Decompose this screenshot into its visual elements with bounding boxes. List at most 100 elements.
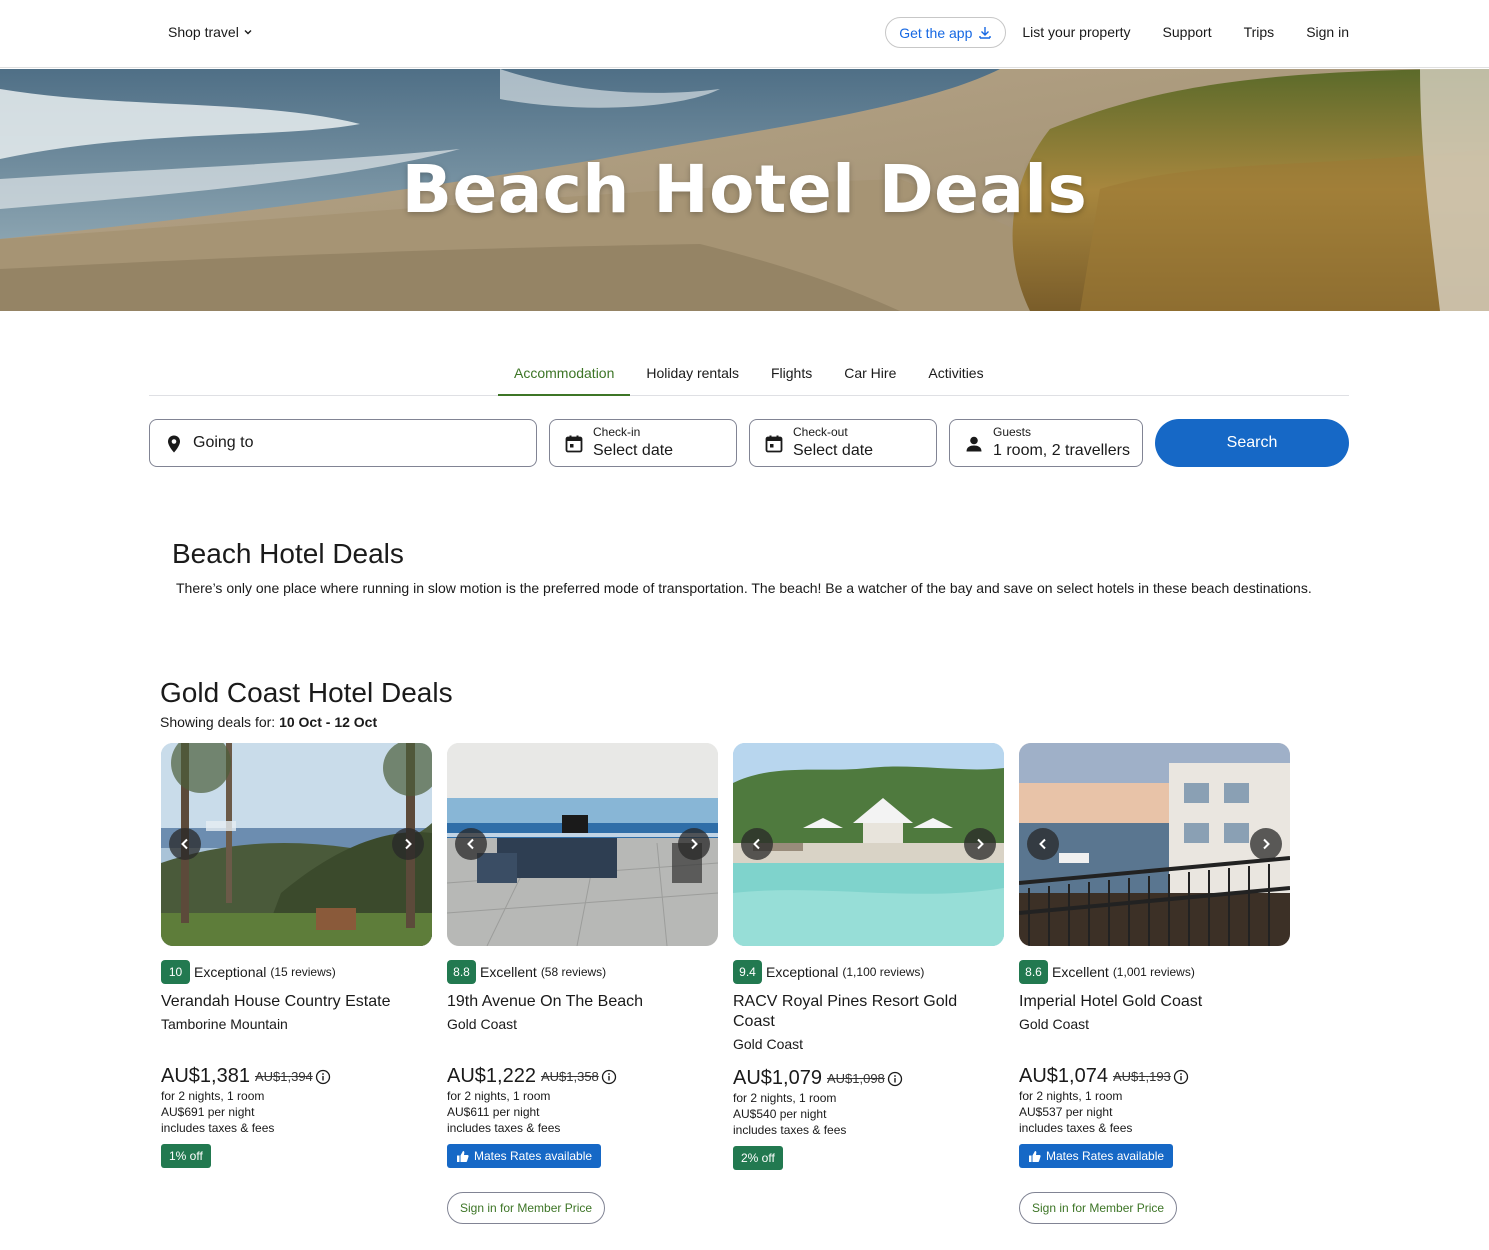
rating-label: Excellent xyxy=(1052,964,1109,980)
hotel-name[interactable]: 19th Avenue On The Beach xyxy=(447,992,718,1012)
hotel-image xyxy=(1019,743,1290,946)
hotel-name[interactable]: RACV Royal Pines Resort Gold Coast xyxy=(733,992,983,1032)
mates-rates-label: Mates Rates available xyxy=(474,1149,593,1163)
tab-accommodation[interactable]: Accommodation xyxy=(498,352,631,396)
hotel-location: Gold Coast xyxy=(447,1016,518,1032)
hotel-card[interactable]: 8.8 Excellent (58 reviews) 19th Avenue O… xyxy=(447,743,718,1224)
chevron-right-icon xyxy=(977,838,984,850)
checkin-field[interactable]: Check-in Select date xyxy=(549,419,737,467)
list-your-property-link[interactable]: List your property xyxy=(1022,17,1130,48)
hotel-name[interactable]: Verandah House Country Estate xyxy=(161,992,432,1012)
info-icon[interactable] xyxy=(1173,1069,1189,1085)
chevron-right-icon xyxy=(405,838,412,850)
info-icon[interactable] xyxy=(315,1069,331,1085)
mates-rates-badge: Mates Rates available xyxy=(447,1144,602,1168)
rating-row: 8.6 Excellent (1,001 reviews) xyxy=(1019,960,1290,984)
hero-title: Beach Hotel Deals xyxy=(401,151,1088,228)
rating-row: 8.8 Excellent (58 reviews) xyxy=(447,960,718,984)
review-count: (1,001 reviews) xyxy=(1112,965,1195,979)
calendar-icon xyxy=(765,435,783,453)
next-image-button[interactable] xyxy=(964,828,996,860)
current-price: AU$1,079 xyxy=(733,1067,822,1089)
previous-image-button[interactable] xyxy=(169,828,201,860)
checkout-field[interactable]: Check-out Select date xyxy=(749,419,937,467)
price-block: AU$1,222 AU$1,358 for 2 nights, 1 room A… xyxy=(447,1065,617,1224)
checkin-label: Check-in xyxy=(593,425,641,439)
hotel-card[interactable]: 10 Exceptional (15 reviews) Verandah Hou… xyxy=(161,743,432,1168)
current-price: AU$1,074 xyxy=(1019,1065,1108,1087)
chevron-right-icon xyxy=(691,838,698,850)
chevron-down-icon xyxy=(244,30,252,35)
original-price: AU$1,358 xyxy=(540,1069,599,1084)
price-block: AU$1,381 AU$1,394 for 2 nights, 1 room A… xyxy=(161,1065,331,1168)
per-night-price: AU$540 per night xyxy=(733,1107,827,1121)
person-icon xyxy=(966,436,982,452)
original-price: AU$1,098 xyxy=(826,1071,885,1086)
next-image-button[interactable] xyxy=(1250,828,1282,860)
hotel-image xyxy=(733,743,1004,946)
review-count: (15 reviews) xyxy=(270,965,336,979)
stay-length: for 2 nights, 1 room xyxy=(161,1089,265,1103)
hotel-card[interactable]: 8.6 Excellent (1,001 reviews) Imperial H… xyxy=(1019,743,1290,1224)
get-the-app-label: Get the app xyxy=(899,24,973,41)
taxes-note: includes taxes & fees xyxy=(161,1121,275,1135)
per-night-price: AU$611 per night xyxy=(447,1105,540,1119)
guests-value: 1 room, 2 travellers xyxy=(993,442,1130,459)
sign-in-member-price-button[interactable]: Sign in for Member Price xyxy=(1019,1192,1178,1224)
chevron-left-icon xyxy=(753,838,760,850)
taxes-note: includes taxes & fees xyxy=(733,1123,847,1137)
chevron-left-icon xyxy=(467,838,474,850)
next-image-button[interactable] xyxy=(678,828,710,860)
destination-field[interactable]: Going to xyxy=(149,419,537,467)
support-link[interactable]: Support xyxy=(1163,17,1212,48)
rating-score-badge: 8.6 xyxy=(1019,960,1048,984)
shop-travel-label: Shop travel xyxy=(168,24,239,40)
original-price: AU$1,193 xyxy=(1112,1069,1171,1084)
destination-placeholder: Going to xyxy=(193,434,254,451)
per-night-price: AU$691 per night xyxy=(161,1105,255,1119)
chevron-left-icon xyxy=(181,838,188,850)
hotel-image xyxy=(447,743,718,946)
next-image-button[interactable] xyxy=(392,828,424,860)
intro-text: There’s only one place where running in … xyxy=(176,580,1312,596)
guests-field[interactable]: Guests 1 room, 2 travellers xyxy=(949,419,1143,467)
showing-deals-prefix: Showing deals for: xyxy=(160,714,280,730)
site-header: Shop travel Get the app List your proper… xyxy=(0,0,1489,68)
checkout-value: Select date xyxy=(793,442,874,459)
rating-row: 9.4 Exceptional (1,100 reviews) xyxy=(733,960,1004,984)
search-button[interactable]: Search xyxy=(1155,419,1349,467)
hotel-location: Gold Coast xyxy=(733,1036,804,1052)
hotel-card[interactable]: 9.4 Exceptional (1,100 reviews) RACV Roy… xyxy=(733,743,1004,1170)
stay-length: for 2 nights, 1 room xyxy=(733,1091,837,1105)
tab-flights[interactable]: Flights xyxy=(755,352,828,395)
tab-activities[interactable]: Activities xyxy=(912,352,999,395)
sign-in-member-price-button[interactable]: Sign in for Member Price xyxy=(447,1192,606,1224)
info-icon[interactable] xyxy=(601,1069,617,1085)
info-icon[interactable] xyxy=(887,1071,903,1087)
tab-holiday-rentals[interactable]: Holiday rentals xyxy=(630,352,755,395)
tab-car-hire[interactable]: Car Hire xyxy=(828,352,912,395)
calendar-icon xyxy=(565,435,583,453)
get-the-app-button[interactable]: Get the app xyxy=(885,17,1007,48)
hotel-location: Tamborine Mountain xyxy=(161,1016,288,1032)
previous-image-button[interactable] xyxy=(741,828,773,860)
per-night-price: AU$537 per night xyxy=(1019,1105,1113,1119)
intro-title: Beach Hotel Deals xyxy=(172,538,404,569)
checkout-label: Check-out xyxy=(793,425,848,439)
rating-score-badge: 9.4 xyxy=(733,960,762,984)
mates-rates-label: Mates Rates available xyxy=(1046,1149,1165,1163)
stay-length: for 2 nights, 1 room xyxy=(447,1089,551,1103)
taxes-note: includes taxes & fees xyxy=(447,1121,561,1135)
shop-travel-menu[interactable]: Shop travel xyxy=(168,24,253,40)
hero-banner: Beach Hotel Deals xyxy=(0,69,1489,311)
header-nav: Get the app List your property Support T… xyxy=(885,17,1349,48)
rating-label: Excellent xyxy=(480,964,537,980)
mates-rates-badge: Mates Rates available xyxy=(1019,1144,1174,1168)
sign-in-link[interactable]: Sign in xyxy=(1306,17,1349,48)
previous-image-button[interactable] xyxy=(455,828,487,860)
trips-link[interactable]: Trips xyxy=(1244,17,1275,48)
checkin-value: Select date xyxy=(593,442,674,459)
hotel-name[interactable]: Imperial Hotel Gold Coast xyxy=(1019,992,1290,1012)
current-price: AU$1,381 xyxy=(161,1065,250,1087)
previous-image-button[interactable] xyxy=(1027,828,1059,860)
